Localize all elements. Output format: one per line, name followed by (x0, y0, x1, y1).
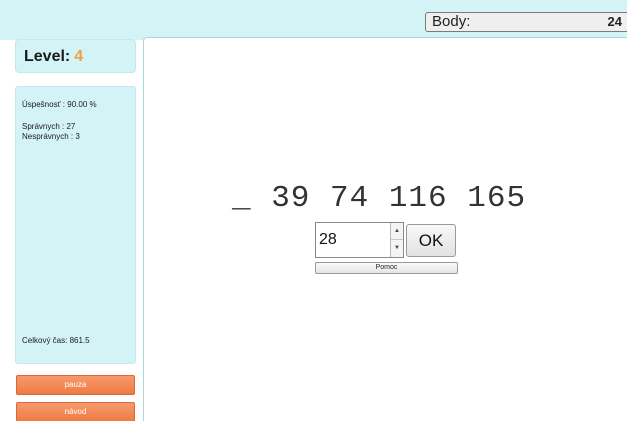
answer-input[interactable] (316, 223, 391, 257)
score-box: Body: 24 (425, 12, 627, 32)
spin-up-icon[interactable]: ▲ (390, 223, 403, 240)
level-label: Level: (24, 48, 71, 65)
number-sequence: _ 39 74 116 165 (232, 181, 527, 216)
help-button[interactable]: Pomoc (315, 262, 458, 274)
success-rate: Úspešnosť : 90.00 % (22, 100, 97, 109)
spin-down-icon[interactable]: ▼ (390, 240, 403, 257)
level-indicator: Level: 4 (15, 39, 136, 73)
score-label: Body: (432, 13, 471, 30)
top-banner: Body: 24 (0, 0, 627, 40)
game-page: Body: 24 Level: 4 Úspešnosť : 90.00 % Spr… (0, 0, 627, 421)
score-value: 24 (607, 14, 622, 29)
wrong-count: Nesprávnych : 3 (22, 132, 80, 141)
pause-button[interactable]: pauza (16, 375, 135, 395)
stats-panel: Úspešnosť : 90.00 % Správnych : 27 Nespr… (15, 86, 136, 364)
answer-field: ▲ ▼ (315, 222, 404, 258)
level-number: 4 (74, 48, 84, 65)
correct-count: Správnych : 27 (22, 122, 76, 131)
guide-button[interactable]: návod (16, 402, 135, 421)
ok-button[interactable]: OK (406, 224, 456, 257)
total-time: Celkový čas: 861.5 (22, 336, 90, 345)
